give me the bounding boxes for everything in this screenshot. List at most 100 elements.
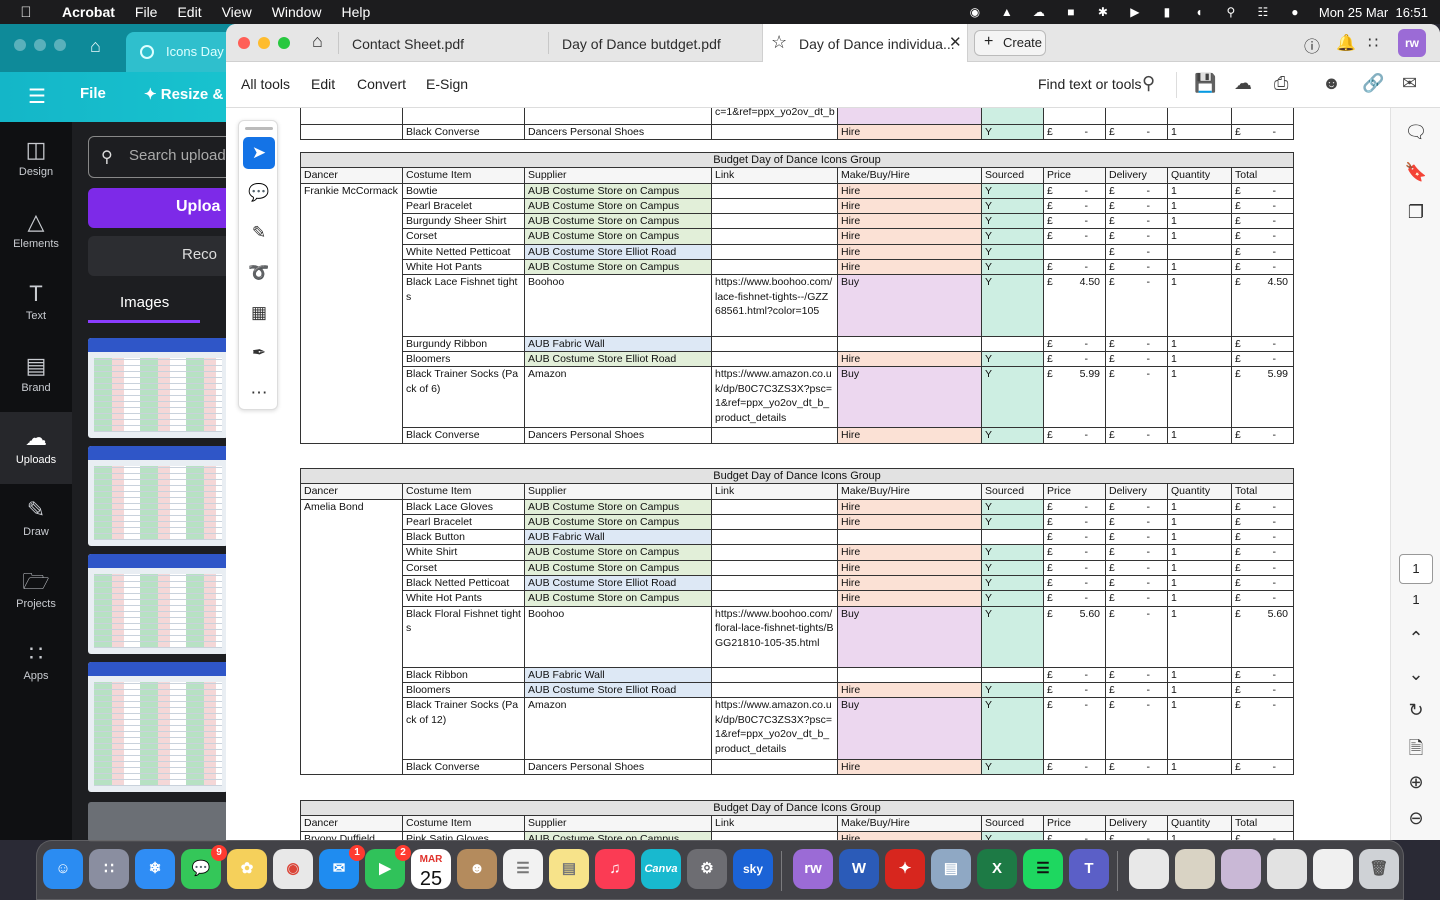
messages-icon[interactable]: 💬 9 [181,845,227,889]
avatar[interactable]: rw [1398,29,1426,57]
home-icon[interactable]: ⌂ [90,36,101,57]
share-user-icon[interactable]: ☻ [1322,73,1341,94]
document-view[interactable]: ➤ 💬 ✎ ➰ ▦ ✒ ⋯ c=1&ref=ppx_yo2ov_dt_b Blac… [226,108,1390,840]
highlight-pen-icon[interactable]: ✎ [243,217,275,249]
downloads-stack-icon[interactable] [1267,849,1307,889]
home-icon[interactable]: ⌂ [312,31,323,52]
spotlight-search-icon[interactable]: ⚲ [1223,5,1239,19]
rail-brand[interactable]: ▤ Brand [0,352,72,394]
tab-budget[interactable]: Day of Dance butdget.pdf [562,24,752,62]
apps-grid-icon[interactable]: ∷ [1368,33,1378,53]
reading-app-icon[interactable]: rw [793,849,833,889]
draw-lasso-icon[interactable]: ➰ [243,257,275,289]
recent-document-icon[interactable] [1129,849,1169,889]
star-icon[interactable]: ☆ [771,32,787,53]
notifications-bell-icon[interactable]: 🔔 [1336,33,1356,53]
music-icon[interactable]: ♫ [595,849,635,889]
safari-icon[interactable]: ❄ [135,849,175,889]
canva-file-menu[interactable]: File [80,85,106,102]
upload-files-button[interactable]: Uploa [88,188,248,228]
menu-help[interactable]: Help [331,4,380,20]
rail-text[interactable]: T Text [0,280,72,322]
menu-window[interactable]: Window [262,4,332,20]
link[interactable]: https://www.amazon.co.uk/dp/B0C7C3ZS3X?p… [711,366,838,429]
link[interactable] [711,182,838,199]
menu-edit[interactable]: Edit [167,4,211,20]
link[interactable] [711,666,838,684]
contacts-icon[interactable]: ☻ [457,849,497,889]
launchpad-icon[interactable]: ∷ [89,849,129,889]
link[interactable] [711,575,838,592]
link[interactable]: https://www.amazon.co.uk/dp/B0C7C3ZS3X?p… [711,697,838,760]
create-button[interactable]: + Create [974,30,1046,56]
chevron-up-icon[interactable]: ⌃ [1404,628,1428,649]
tab-individual-active[interactable]: ☆ Day of Dance individua... ✕ [762,24,968,62]
upload-thumbnail[interactable] [88,554,228,654]
text-box-icon[interactable]: ▦ [243,297,275,329]
zoom-out-icon[interactable]: ⊖ [1404,808,1428,829]
link[interactable] [711,590,838,607]
close-tab-icon[interactable]: ✕ [949,33,962,51]
all-tools-button[interactable]: All tools [241,76,290,92]
preview-icon[interactable]: ▤ [931,849,971,889]
battery-icon[interactable]: ▮ [1159,5,1175,19]
bookmark-icon[interactable]: 🔖 [1404,162,1428,183]
chevron-down-icon[interactable]: ⌄ [1404,664,1428,685]
app-menu[interactable]: Acrobat [52,4,125,20]
rail-projects[interactable]: 🗁 Projects [0,568,72,610]
hamburger-menu-icon[interactable]: ☰ [28,84,46,109]
bluetooth-icon[interactable]: ✱ [1095,5,1111,19]
link[interactable] [711,498,838,515]
notes-icon[interactable]: ■ [1063,5,1079,19]
teams-icon[interactable]: T [1069,849,1109,889]
sky-go-icon[interactable]: sky [733,849,773,889]
print-icon[interactable]: ⎙ [1274,73,1288,94]
convert-button[interactable]: Convert [357,76,406,92]
drag-handle[interactable] [245,127,273,130]
minimize-window-button[interactable] [258,37,270,49]
find-text-tools-button[interactable]: Find text or tools [1038,76,1142,92]
screenshots-stack-icon[interactable] [1313,849,1353,889]
email-icon[interactable]: ✉ [1402,73,1417,94]
select-cursor-icon[interactable]: ➤ [243,137,275,169]
chrome-icon[interactable]: ◉ [273,849,313,889]
control-center-icon[interactable]: ☷ [1255,5,1271,19]
link[interactable] [711,559,838,577]
trash-icon[interactable]: 🗑 [1359,849,1399,889]
vpn-icon[interactable]: ▲ [999,5,1015,19]
link-icon[interactable]: 🔗 [1362,73,1384,94]
upload-cloud-icon[interactable]: ☁ [1234,73,1252,94]
zoom-in-icon[interactable]: ⊕ [1404,772,1428,793]
link[interactable] [711,228,838,245]
more-options-icon[interactable]: ⋯ [243,377,275,409]
comments-icon[interactable]: 🗨 [1404,122,1428,143]
upload-thumbnail[interactable] [88,802,228,842]
link[interactable] [711,197,838,215]
link[interactable]: https://www.boohoo.com/lace-fishnet-tigh… [711,274,838,337]
e-sign-button[interactable]: E-Sign [426,76,468,92]
save-icon[interactable]: 💾 [1194,73,1216,94]
tab-images[interactable]: Images [120,294,169,311]
acrobat-icon[interactable]: ✦ [885,849,925,889]
word-icon[interactable]: W [839,849,879,889]
recent-document-icon[interactable] [1221,849,1261,889]
upload-thumbnail[interactable] [88,662,228,792]
link[interactable]: https://www.boohoo.com/floral-lace-fishn… [711,605,838,668]
menu-view[interactable]: View [212,4,262,20]
rail-apps[interactable]: ∷ Apps [0,640,72,682]
grammarly-icon[interactable]: ◉ [967,5,983,19]
link[interactable] [711,213,838,230]
apple-menu-icon[interactable]:  [0,4,52,21]
current-page-input[interactable]: 1 [1399,554,1433,584]
uploads-search-input[interactable]: ⚲ Search upload [88,136,248,178]
finder-icon[interactable]: ☺ [43,849,83,889]
media-play-icon[interactable]: ▶ [1127,5,1143,19]
reminders-icon[interactable]: ☰ [503,849,543,889]
page-info-icon[interactable]: 🗎 [1404,736,1428,766]
facetime-icon[interactable]: ▶ 2 [365,845,411,889]
link[interactable] [711,758,838,775]
link[interactable] [711,830,838,840]
refresh-icon[interactable]: ↻ [1404,700,1428,721]
siri-icon[interactable]: ● [1287,5,1303,19]
link[interactable] [711,350,838,368]
